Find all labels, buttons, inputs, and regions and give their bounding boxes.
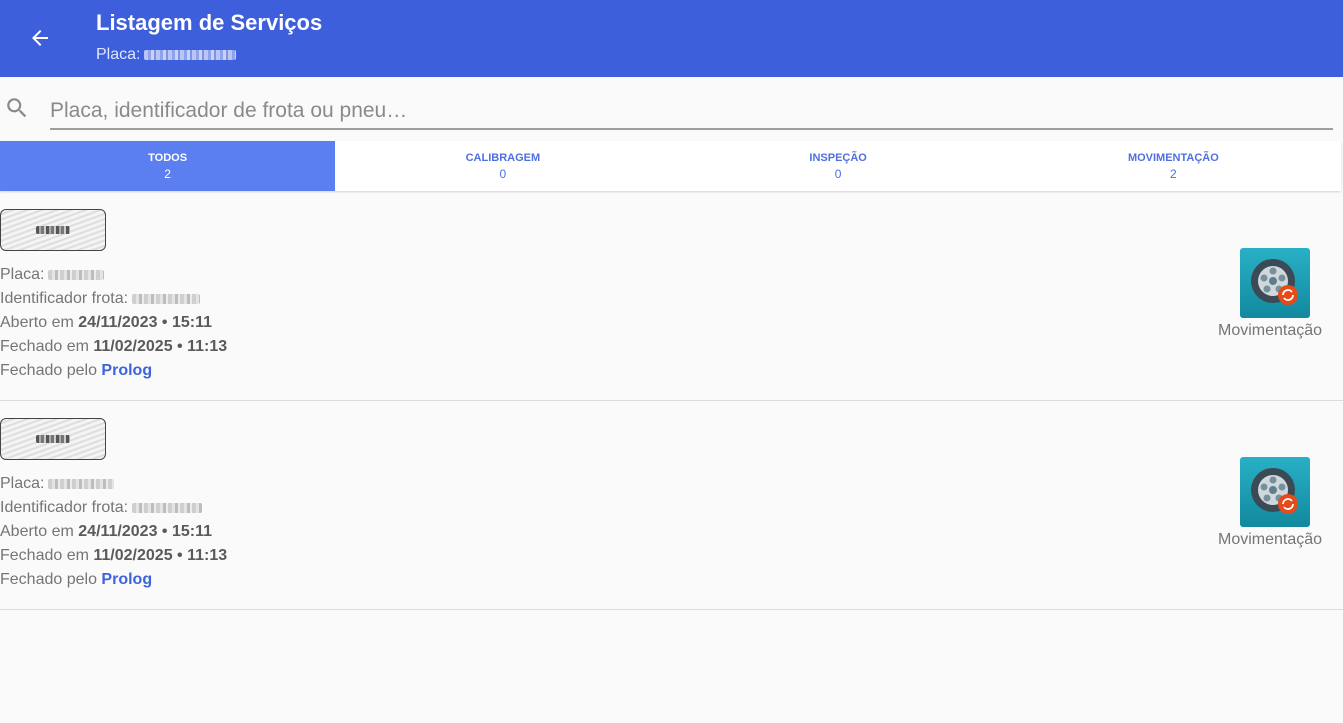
tab-count: 0 xyxy=(499,167,507,181)
fechado-label: Fechado em xyxy=(0,547,89,564)
frota-label: Identificador frota: xyxy=(0,290,129,307)
fechado-value: 11/02/2025 • 11:13 xyxy=(93,547,228,564)
redacted-frota xyxy=(132,293,201,304)
tab-label: CALIBRAGEM xyxy=(465,152,541,164)
placa-row: Placa: xyxy=(0,475,115,493)
redacted-placa xyxy=(48,478,115,489)
page-subtitle: Placa: xyxy=(96,46,237,64)
search-icon xyxy=(7,98,27,118)
fechado-row: Fechado em 11/02/2025 • 11:13 xyxy=(0,338,227,356)
placa-row: Placa: xyxy=(0,266,105,284)
frota-row: Identificador frota: xyxy=(0,499,203,517)
search-input[interactable] xyxy=(50,94,1333,130)
license-plate-badge xyxy=(0,209,106,251)
fechado-row: Fechado em 11/02/2025 • 11:13 xyxy=(0,547,227,565)
placa-label: Placa: xyxy=(0,475,45,492)
tab-movimentacao[interactable]: MOVIMENTAÇÃO 2 xyxy=(1006,141,1341,191)
redacted-plate xyxy=(144,50,237,60)
fechado-pelo-row: Fechado pelo Prolog xyxy=(0,571,152,589)
movimentacao-label: Movimentação xyxy=(1218,322,1323,339)
license-plate-badge xyxy=(0,418,106,460)
tab-inspecao[interactable]: INSPEÇÃO 0 xyxy=(671,141,1006,191)
tab-label: MOVIMENTAÇÃO xyxy=(1127,152,1219,164)
aberto-label: Aberto em xyxy=(0,523,74,540)
tab-count: 0 xyxy=(834,167,842,181)
tab-label: TODOS xyxy=(148,152,188,164)
fechado-pelo-value: Prolog xyxy=(101,571,153,588)
aberto-value: 24/11/2023 • 15:11 xyxy=(78,523,212,540)
aberto-value: 24/11/2023 • 15:11 xyxy=(78,314,212,331)
tab-count: 2 xyxy=(1170,167,1177,181)
redacted-plate-number xyxy=(36,226,70,234)
tire-rotate-icon xyxy=(1251,259,1298,305)
page-title: Listagem de Serviços xyxy=(96,10,323,35)
service-list-item[interactable]: Placa: Identificador frota: Aberto em 24… xyxy=(0,400,1343,610)
tire-rotate-icon xyxy=(1251,468,1298,514)
fechado-pelo-value: Prolog xyxy=(101,362,153,379)
app-bar: Listagem de Serviços Placa: xyxy=(0,0,1343,77)
movimentacao-label: Movimentação xyxy=(1218,531,1323,548)
tab-todos[interactable]: TODOS 2 xyxy=(0,141,336,191)
search-bar xyxy=(0,77,1343,140)
redacted-placa xyxy=(48,269,105,280)
movimentacao-button[interactable] xyxy=(1240,457,1310,527)
redacted-frota xyxy=(132,502,203,513)
placa-label: Placa: xyxy=(0,266,45,283)
fechado-value: 11/02/2025 • 11:13 xyxy=(93,338,228,355)
frota-label: Identificador frota: xyxy=(0,499,129,516)
aberto-label: Aberto em xyxy=(0,314,74,331)
redacted-plate-number xyxy=(36,435,70,443)
aberto-row: Aberto em 24/11/2023 • 15:11 xyxy=(0,314,212,332)
fechado-pelo-label: Fechado pelo xyxy=(0,362,97,379)
back-button[interactable] xyxy=(22,20,58,56)
aberto-row: Aberto em 24/11/2023 • 15:11 xyxy=(0,523,212,541)
arrow-left-icon xyxy=(32,30,48,46)
fechado-label: Fechado em xyxy=(0,338,89,355)
tab-calibragem[interactable]: CALIBRAGEM 0 xyxy=(335,141,670,191)
tab-count: 2 xyxy=(164,167,171,181)
tab-label: INSPEÇÃO xyxy=(809,152,867,164)
service-list-item[interactable]: Placa: Identificador frota: Aberto em 24… xyxy=(0,191,1343,401)
fechado-pelo-label: Fechado pelo xyxy=(0,571,97,588)
frota-row: Identificador frota: xyxy=(0,290,201,308)
subtitle-label: Placa: xyxy=(96,46,141,63)
fechado-pelo-row: Fechado pelo Prolog xyxy=(0,362,152,380)
tab-bar: TODOS 2 CALIBRAGEM 0 INSPEÇÃO 0 MOVIMENT… xyxy=(0,141,1341,191)
movimentacao-button[interactable] xyxy=(1240,248,1310,318)
